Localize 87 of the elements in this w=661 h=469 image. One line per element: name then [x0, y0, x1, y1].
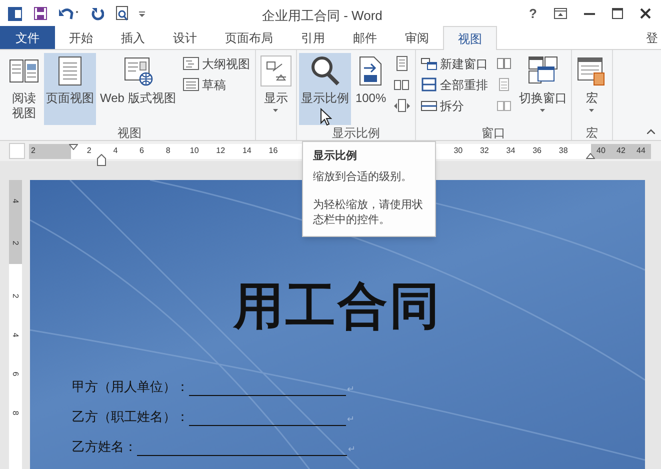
- ribbon-button[interactable]: 新建窗口: [420, 55, 489, 73]
- ribbon-button[interactable]: 全部重排: [420, 76, 489, 94]
- field-label: 甲方（用人单位）：: [72, 378, 189, 396]
- help-button[interactable]: ?: [529, 4, 537, 24]
- ruler-number: 4: [112, 145, 119, 157]
- save-icon[interactable]: [34, 7, 47, 20]
- page-width-icon: [394, 98, 410, 114]
- ribbon-tab[interactable]: 设计: [159, 26, 211, 49]
- ruler-number: 2: [10, 240, 22, 246]
- ribbon-button[interactable]: 宏: [574, 53, 610, 125]
- search-icon: [308, 55, 341, 87]
- group-label: 视图: [117, 126, 142, 140]
- print-preview-icon[interactable]: [116, 6, 129, 21]
- undo-icon[interactable]: [59, 7, 79, 20]
- ruler-number: 12: [215, 145, 226, 157]
- ruler-number: 14: [241, 145, 252, 157]
- ruler-number: 44: [636, 145, 646, 157]
- ruler-number: 38: [558, 145, 569, 157]
- mouse-cursor-icon: [320, 108, 332, 126]
- tooltip-title: 显示比例: [313, 149, 358, 164]
- new-window-icon: [420, 56, 437, 72]
- outline-page-icon: [182, 56, 199, 72]
- word-logo-icon[interactable]: [8, 6, 22, 20]
- ruler-number: 8: [10, 410, 22, 416]
- paragraph-mark: ↵: [348, 442, 356, 456]
- ribbon-button[interactable]: 100%: [352, 53, 389, 125]
- pages-icon: [496, 98, 512, 114]
- field-label: 乙方（职工姓名）：: [72, 408, 189, 426]
- ribbon-tab[interactable]: 插入: [107, 26, 159, 49]
- ribbon-button[interactable]: [392, 97, 411, 115]
- ribbon-button[interactable]: 显示: [258, 53, 294, 125]
- ribbon-button[interactable]: 拆分: [420, 97, 489, 115]
- collapse-caret-icon[interactable]: [647, 129, 655, 134]
- ribbon-tab[interactable]: 引用: [287, 26, 339, 49]
- group-label: 窗口: [481, 126, 506, 140]
- field-label: 乙方姓名：: [72, 438, 137, 456]
- two-pages-icon: [394, 77, 410, 93]
- ribbon-tab[interactable]: 邮件: [339, 26, 391, 49]
- sign-in-link[interactable]: 登: [646, 29, 658, 47]
- window-title: 企业用工合同 - Word: [262, 7, 382, 25]
- group-label: 显示比例: [332, 126, 380, 140]
- ruler-number: 2: [10, 294, 22, 298]
- redo-icon[interactable]: [91, 6, 104, 20]
- ribbon-tab[interactable]: 审阅: [391, 26, 443, 49]
- lines-page-icon: [182, 77, 199, 93]
- document-title: 用工合同: [232, 278, 442, 334]
- ribbon-button[interactable]: 阅读视图: [6, 53, 42, 125]
- ruler-number: 16: [268, 145, 279, 157]
- ribbon-button[interactable]: Web 版式视图: [98, 53, 178, 125]
- stacked-windows-icon: [420, 77, 437, 93]
- ruler-number: 40: [596, 145, 606, 157]
- page-icon: [394, 56, 410, 72]
- ruler-number: 10: [188, 145, 200, 157]
- ruler-number: 36: [532, 145, 542, 157]
- tooltip-text: 为轻松缩放，请使用状态栏中的控件。: [313, 198, 424, 228]
- tooltip-text: 缩放到合适的级别。: [313, 170, 413, 185]
- ruler-number: 34: [505, 145, 516, 157]
- ribbon-display-icon[interactable]: [554, 8, 567, 19]
- shapes-icon: [260, 55, 292, 87]
- ruler-number: 4: [10, 332, 22, 338]
- customize-caret-icon[interactable]: [139, 10, 145, 18]
- ribbon-button[interactable]: 页面视图: [44, 53, 96, 125]
- split-window-icon: [420, 98, 437, 114]
- ruler-number: 6: [10, 372, 22, 376]
- close-icon[interactable]: [640, 8, 651, 19]
- ruler-number: 4: [10, 198, 22, 204]
- ribbon-button[interactable]: 大纲视图: [182, 55, 251, 73]
- ribbon-button[interactable]: 草稿: [182, 76, 251, 94]
- ruler-number: 42: [616, 145, 626, 157]
- ribbon-tab[interactable]: 视图: [443, 26, 497, 50]
- ruler-number: 32: [478, 145, 490, 157]
- group-label: 宏: [586, 126, 598, 140]
- file-tab[interactable]: 文件: [0, 26, 55, 49]
- ruler-number: 2: [86, 145, 92, 157]
- paragraph-mark: ↵: [347, 382, 355, 396]
- ruler-number: 8: [164, 145, 172, 157]
- paragraph-mark: ↵: [347, 412, 355, 426]
- ribbon-button[interactable]: 切换窗口: [516, 53, 569, 125]
- ruler-number: 30: [452, 145, 464, 157]
- page-globe-icon: [122, 55, 154, 87]
- maximize-icon[interactable]: [612, 8, 623, 19]
- ruler-number: 6: [138, 145, 145, 157]
- ribbon-button[interactable]: 显示比例: [298, 53, 351, 125]
- ruler-number: 2: [31, 145, 36, 157]
- side-by-side-icon: [496, 56, 512, 72]
- ribbon-tab[interactable]: 页面布局: [211, 26, 287, 49]
- ribbon-tab[interactable]: 开始: [55, 26, 107, 49]
